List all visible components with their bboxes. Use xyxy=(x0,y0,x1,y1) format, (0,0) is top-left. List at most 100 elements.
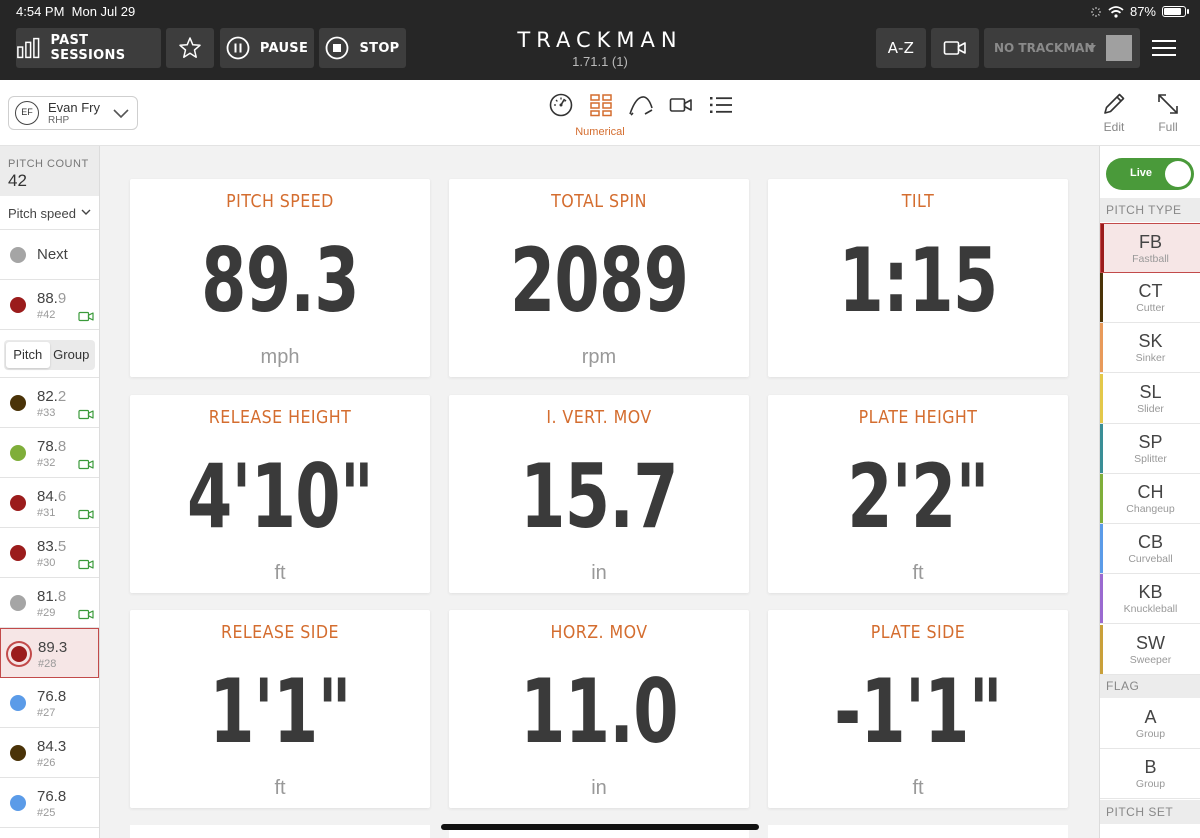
metric-card[interactable]: PITCH SPEED 89.3 mph xyxy=(130,179,430,377)
pitch-type-item[interactable]: SW Sweeper xyxy=(1100,624,1200,675)
pitch-speed-main: 76.8 xyxy=(37,688,67,705)
pitch-type-panel: Live PITCH TYPE FLAG PITCH SET FB Fastbal… xyxy=(1099,146,1200,838)
pitch-row[interactable]: 84.6 #31 xyxy=(0,478,99,528)
video-icon[interactable] xyxy=(78,311,94,322)
az-button[interactable]: A-Z xyxy=(876,28,926,68)
pitch-number: #27 xyxy=(37,707,56,719)
flag-code: A xyxy=(1144,707,1157,727)
pitch-type-item[interactable]: SL Slider xyxy=(1100,373,1200,424)
view-tab-gauge[interactable] xyxy=(548,93,574,117)
menu-button[interactable] xyxy=(1145,28,1183,68)
pitch-number: #30 xyxy=(37,557,56,569)
video-icon[interactable] xyxy=(78,509,94,520)
pitch-row[interactable]: 84.3 #26 xyxy=(0,728,99,778)
metric-card[interactable]: TILT 1:15 xyxy=(768,179,1068,377)
top-bar: 4:54 PM Mon Jul 29 87% PAST SESSIONS PAU… xyxy=(0,0,1200,80)
video-icon[interactable] xyxy=(78,559,94,570)
pitch-speed-main: 84.3 xyxy=(37,738,67,755)
stop-button[interactable]: STOP xyxy=(319,28,406,68)
pitch-row[interactable]: 81.8 #29 xyxy=(0,578,99,628)
pause-label: PAUSE xyxy=(259,40,309,56)
sort-label: Pitch speed xyxy=(8,206,76,221)
view-tab-list[interactable] xyxy=(708,94,734,116)
metric-unit: mph xyxy=(260,346,300,368)
past-sessions-button[interactable]: PAST SESSIONS xyxy=(16,28,161,68)
live-label: Live xyxy=(1130,167,1153,179)
pitch-type-color xyxy=(1100,524,1103,574)
metric-title: TILT xyxy=(901,191,935,212)
pitch-list-panel: PITCH COUNT 42 Pitch speed Next 88.9 #42 … xyxy=(0,146,100,838)
pitch-number: #33 xyxy=(37,407,56,419)
video-button[interactable] xyxy=(931,28,979,68)
pitch-type-item[interactable]: KB Knuckleball xyxy=(1100,574,1200,625)
pitch-color-dot xyxy=(10,795,26,811)
battery-percent: 87% xyxy=(1129,4,1156,19)
toggle-knob xyxy=(1165,161,1191,187)
pitch-speed-decimal: 6 xyxy=(57,488,67,505)
pitch-row[interactable]: 76.8 #25 xyxy=(0,778,99,828)
pitch-number: #26 xyxy=(37,757,56,769)
edit-button[interactable]: Edit xyxy=(1094,92,1134,134)
metric-card[interactable]: HORZ. MOV 11.0 in xyxy=(449,610,749,808)
pitch-type-name: Knuckleball xyxy=(1123,603,1178,616)
pitch-type-code: CH xyxy=(1137,482,1164,502)
view-tab-numerical[interactable] xyxy=(588,94,614,117)
sub-toolbar: EF Evan Fry RHP Numerical Edit Full xyxy=(0,80,1200,146)
segment-pitch[interactable]: Pitch xyxy=(6,342,50,368)
view-tab-trajectory[interactable] xyxy=(628,94,654,116)
pitch-row[interactable]: 76.8 #27 xyxy=(0,678,99,728)
flag-item[interactable]: B Group xyxy=(1100,749,1200,799)
pitch-type-name: Sinker xyxy=(1135,352,1166,365)
chevron-down-icon xyxy=(81,209,91,215)
pitch-row[interactable]: 88.9 #42 xyxy=(0,280,99,330)
view-tab-video[interactable] xyxy=(668,94,694,116)
pitch-type-item[interactable]: FB Fastball xyxy=(1100,223,1200,273)
pitch-speed-decimal: 8 xyxy=(57,588,67,605)
metric-title: I. VERT. MOV xyxy=(546,407,652,428)
live-toggle[interactable]: Live xyxy=(1106,158,1194,190)
video-camera-icon xyxy=(943,41,966,55)
pitch-type-item[interactable]: SP Splitter xyxy=(1100,423,1200,474)
past-sessions-label: PAST SESSIONS xyxy=(50,33,126,63)
pitch-speed-decimal: 5 xyxy=(57,538,67,555)
pitch-type-item[interactable]: SK Sinker xyxy=(1100,323,1200,374)
player-selector[interactable]: EF Evan Fry RHP xyxy=(8,96,138,130)
pitch-color-dot xyxy=(10,545,26,561)
next-pitch-row[interactable]: Next xyxy=(0,230,99,280)
metric-card[interactable]: RELEASE HEIGHT 4'10" ft xyxy=(130,395,430,593)
pitch-row[interactable]: 83.5 #30 xyxy=(0,528,99,578)
metric-card[interactable]: I. VERT. MOV 15.7 in xyxy=(449,395,749,593)
video-icon[interactable] xyxy=(78,459,94,470)
app-version: 1.71.1 (1) xyxy=(572,54,628,69)
pitch-type-item[interactable]: CB Curveball xyxy=(1100,524,1200,575)
metric-card[interactable]: PLATE HEIGHT 2'2" ft xyxy=(768,395,1068,593)
pitch-row[interactable]: 89.3 #28 xyxy=(0,628,99,678)
favorite-button[interactable] xyxy=(166,28,214,68)
view-switcher xyxy=(548,93,734,117)
sort-selector[interactable]: Pitch speed xyxy=(0,196,99,230)
device-selector[interactable]: NO TRACKMAN xyxy=(984,28,1140,68)
metric-card[interactable]: RELEASE SIDE 1'1" ft xyxy=(130,610,430,808)
metric-card[interactable]: PLATE SIDE -1'1" ft xyxy=(768,610,1068,808)
fullscreen-button[interactable]: Full xyxy=(1148,92,1188,134)
status-indicators: 87% xyxy=(1090,4,1189,19)
pitch-row[interactable]: 82.2 #33 xyxy=(0,378,99,428)
flag-item[interactable]: A Group xyxy=(1100,699,1200,749)
pitch-speed: 83.5 xyxy=(37,538,66,555)
metric-unit: ft xyxy=(912,777,924,799)
pause-icon xyxy=(226,36,250,60)
metric-card[interactable]: TOTAL SPIN 2089 rpm xyxy=(449,179,749,377)
video-icon[interactable] xyxy=(78,609,94,620)
pitch-type-code: KB xyxy=(1138,582,1163,603)
pitch-count-value: 42 xyxy=(8,171,27,190)
segment-group[interactable]: Group xyxy=(50,342,94,368)
pitch-type-item[interactable]: CH Changeup xyxy=(1100,474,1200,524)
pitch-type-color xyxy=(1100,624,1103,674)
pitch-type-item[interactable]: CT Cutter xyxy=(1100,273,1200,324)
pitch-row[interactable]: 78.8 #32 xyxy=(0,428,99,478)
video-icon[interactable] xyxy=(78,409,94,420)
pitch-number: #31 xyxy=(37,507,56,519)
pause-button[interactable]: PAUSE xyxy=(220,28,314,68)
pitch-type-code: SW xyxy=(1136,632,1165,653)
stop-label: STOP xyxy=(359,40,400,56)
